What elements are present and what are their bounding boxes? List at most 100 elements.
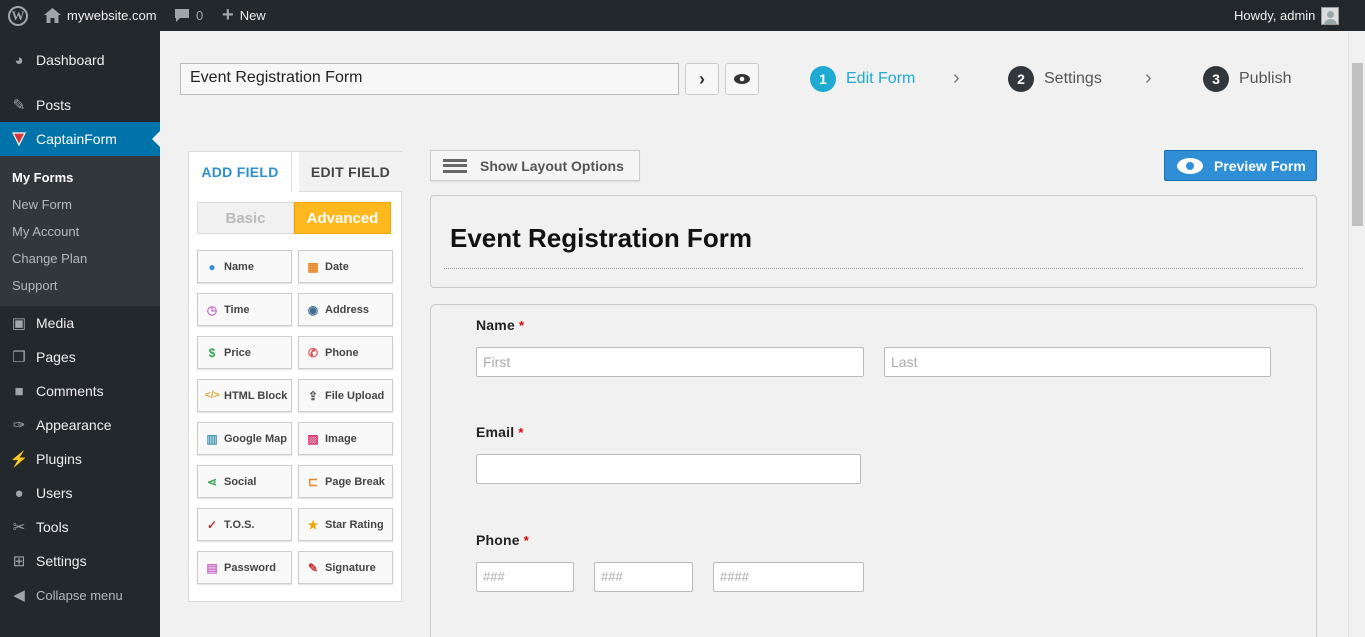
wordpress-logo-button[interactable]: W: [8, 0, 28, 31]
button-label: Page Break: [325, 475, 385, 488]
advanced-fields-tab[interactable]: Advanced: [294, 202, 391, 234]
add-google-map-button[interactable]: ▥ Google Map: [197, 422, 292, 455]
sidebar-item-label: Pages: [36, 349, 76, 365]
add-social-button[interactable]: ⋖ Social: [197, 465, 292, 498]
eye-icon: [734, 74, 750, 84]
step-settings[interactable]: 2 Settings: [1008, 66, 1102, 92]
last-name-input[interactable]: Last: [884, 347, 1271, 377]
money-bag-icon: $: [208, 345, 216, 360]
sidebar-item-label: Tools: [36, 519, 69, 535]
paintbrush-icon: ✑: [12, 417, 26, 434]
phone-prefix-input[interactable]: ###: [594, 562, 693, 592]
submenu-my-account[interactable]: My Account: [12, 224, 79, 239]
fields-panel: ADD FIELD EDIT FIELD Basic Advanced ● Nam…: [188, 151, 402, 602]
sidebar-item-media[interactable]: ▣ Media: [0, 306, 160, 340]
tab-edit-field[interactable]: EDIT FIELD: [299, 152, 402, 192]
main-content: Event Registration Form › 1 Edit Form › …: [160, 31, 1365, 637]
wrench-icon: ✂: [12, 519, 26, 536]
phone-line-input[interactable]: ####: [713, 562, 864, 592]
preview-form-button[interactable]: Preview Form: [1164, 150, 1317, 181]
page-scrollbar[interactable]: [1348, 31, 1365, 637]
add-phone-field-button[interactable]: ✆ Phone: [298, 336, 393, 369]
sidebar-item-posts[interactable]: ✎ Posts: [0, 88, 160, 122]
email-field-label: Email *: [476, 424, 524, 440]
chevron-right-icon: ›: [953, 67, 960, 89]
new-label: New: [239, 8, 266, 23]
collapse-menu-button[interactable]: ◀ Collapse menu: [0, 578, 160, 612]
settings-icon: ⊞: [12, 553, 26, 570]
submenu-my-forms[interactable]: My Forms: [12, 170, 73, 185]
sidebar-item-pages[interactable]: ❐ Pages: [0, 340, 160, 374]
my-account-link[interactable]: Howdy, admin: [1234, 0, 1340, 31]
chevron-right-icon: ›: [699, 68, 705, 89]
sidebar-item-plugins[interactable]: ⚡ Plugins: [0, 442, 160, 476]
sidebar-item-tools[interactable]: ✂ Tools: [0, 510, 160, 544]
sidebar-item-captainform[interactable]: CaptainForm: [0, 122, 160, 156]
step-publish[interactable]: 3 Publish: [1203, 66, 1291, 92]
sidebar-item-label: Dashboard: [36, 52, 105, 68]
file-upload-icon: ⇪: [307, 388, 319, 403]
sidebar-item-dashboard[interactable]: ◕ Dashboard: [0, 43, 160, 77]
add-page-break-button[interactable]: ⊏ Page Break: [298, 465, 393, 498]
sidebar-item-settings[interactable]: ⊞ Settings: [0, 544, 160, 578]
add-password-button[interactable]: ▤ Password: [197, 551, 292, 584]
button-label: Signature: [325, 561, 376, 574]
wordpress-icon: W: [8, 5, 28, 26]
pen-icon: ✎: [307, 560, 319, 575]
new-content-link[interactable]: + New: [222, 0, 266, 31]
plugin-icon: ⚡: [9, 451, 29, 468]
add-name-field-button[interactable]: ● Name: [197, 250, 292, 283]
sidebar-item-users[interactable]: ● Users: [0, 476, 160, 510]
first-name-input[interactable]: First: [476, 347, 864, 377]
sidebar-item-comments[interactable]: ■ Comments: [0, 374, 160, 408]
button-label: T.O.S.: [224, 518, 255, 531]
sidebar-item-label: CaptainForm: [36, 131, 117, 147]
show-layout-options-button[interactable]: Show Layout Options: [430, 150, 640, 181]
add-price-field-button[interactable]: $ Price: [197, 336, 292, 369]
step-edit-form[interactable]: 1 Edit Form: [810, 66, 915, 92]
form-title-card[interactable]: Event Registration Form: [430, 195, 1317, 288]
add-file-upload-button[interactable]: ⇪ File Upload: [298, 379, 393, 412]
add-signature-button[interactable]: ✎ Signature: [298, 551, 393, 584]
add-time-field-button[interactable]: ◷ Time: [197, 293, 292, 326]
comment-bubble-icon: [175, 9, 189, 22]
submenu-support[interactable]: Support: [12, 278, 58, 293]
comments-link[interactable]: 0: [174, 0, 203, 31]
admin-bar: W mywebsite.com 0 + New Howdy, admin: [0, 0, 1365, 31]
captainform-submenu: My Forms New Form My Account Change Plan…: [0, 156, 160, 306]
button-label: Phone: [325, 346, 359, 359]
basic-fields-tab[interactable]: Basic: [197, 202, 294, 234]
avatar: [1321, 6, 1340, 25]
view-button[interactable]: [725, 63, 759, 95]
code-icon: </>: [205, 390, 220, 401]
add-html-block-button[interactable]: </> HTML Block: [197, 379, 292, 412]
sidebar-item-label: Appearance: [36, 417, 112, 433]
next-button[interactable]: ›: [685, 63, 719, 95]
step-number: 3: [1203, 66, 1229, 92]
pages-icon: ❐: [12, 349, 26, 366]
add-address-field-button[interactable]: ◉ Address: [298, 293, 393, 326]
page-break-icon: ⊏: [307, 474, 319, 489]
add-date-field-button[interactable]: ▦ Date: [298, 250, 393, 283]
required-marker: *: [518, 318, 525, 333]
home-icon: [44, 8, 61, 23]
site-name-link[interactable]: mywebsite.com: [44, 0, 157, 31]
submenu-change-plan[interactable]: Change Plan: [12, 251, 87, 266]
submenu-new-form[interactable]: New Form: [12, 197, 72, 212]
lock-icon: ▤: [206, 560, 218, 575]
button-label: Time: [224, 303, 250, 316]
required-marker: *: [523, 533, 530, 548]
preview-button-label: Preview Form: [1214, 157, 1306, 174]
add-star-rating-button[interactable]: ★ Star Rating: [298, 508, 393, 541]
form-name-input[interactable]: Event Registration Form: [180, 63, 679, 95]
step-number: 1: [810, 66, 836, 92]
scrollbar-thumb[interactable]: [1352, 63, 1363, 226]
collapse-icon: ◀: [13, 587, 25, 604]
email-input[interactable]: [476, 454, 861, 484]
add-image-button[interactable]: ▨ Image: [298, 422, 393, 455]
add-tos-button[interactable]: ✓ T.O.S.: [197, 508, 292, 541]
sidebar-item-appearance[interactable]: ✑ Appearance: [0, 408, 160, 442]
tab-add-field[interactable]: ADD FIELD: [189, 152, 292, 192]
phone-area-code-input[interactable]: ###: [476, 562, 574, 592]
step-label: Edit Form: [846, 70, 916, 87]
